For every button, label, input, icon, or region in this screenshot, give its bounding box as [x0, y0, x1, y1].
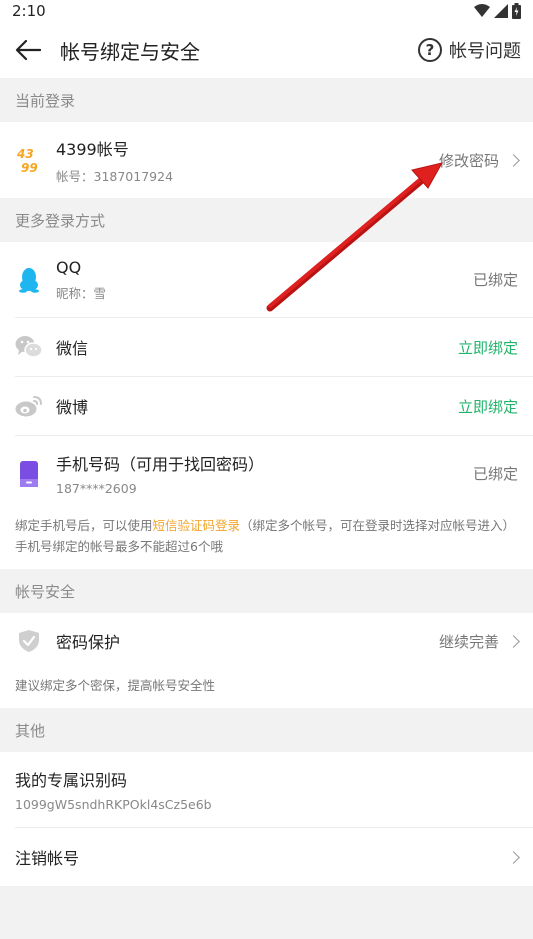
more-login-card: QQ 昵称：雪 已绑定 微信 立即绑定 微博 立即绑定 手机号码（可用于找回密码… [0, 242, 533, 569]
password-protect-row[interactable]: 密码保护 继续完善 [0, 613, 533, 669]
phone-note: 绑定手机号后，可以使用短信验证码登录（绑定多个帐号，可在登录时选择对应帐号进入）… [0, 511, 533, 569]
password-protect-title: 密码保护 [56, 633, 121, 652]
section-more-login: 更多登录方式 [0, 198, 533, 242]
weibo-bind-button[interactable]: 立即绑定 [458, 396, 518, 417]
account-4399-texts: 4399帐号 帐号：3187017924 [56, 136, 439, 185]
chevron-right-icon [507, 153, 520, 167]
unique-code-row: 我的专属识别码 1099gW5sndhRKPOkl4sCz5e6b [0, 752, 533, 827]
shield-icon [15, 627, 43, 655]
wechat-row[interactable]: 微信 立即绑定 [0, 318, 533, 376]
qq-penguin-icon [15, 266, 43, 294]
weibo-icon [15, 392, 43, 420]
continue-complete-button[interactable]: 继续完善 [438, 631, 520, 652]
account-help-button[interactable]: ? 帐号问题 [418, 37, 521, 63]
continue-complete-label: 继续完善 [438, 632, 499, 651]
wechat-bind-button[interactable]: 立即绑定 [458, 337, 518, 358]
other-card: 我的专属识别码 1099gW5sndhRKPOkl4sCz5e6b 注销帐号 [0, 752, 533, 886]
section-current-login: 当前登录 [0, 78, 533, 122]
phone-note-part1: 绑定手机号后，可以使用 [15, 518, 153, 533]
arrow-left-icon [15, 39, 41, 61]
weibo-row[interactable]: 微博 立即绑定 [0, 377, 533, 435]
phone-texts: 手机号码（可用于找回密码） 187****2609 [56, 451, 473, 496]
phone-row[interactable]: 手机号码（可用于找回密码） 187****2609 已绑定 [0, 436, 533, 511]
signal-icon [494, 4, 508, 18]
section-other: 其他 [0, 708, 533, 752]
wechat-texts: 微信 [56, 335, 458, 359]
change-password-label: 修改密码 [438, 151, 499, 170]
unique-code-value: 1099gW5sndhRKPOkl4sCz5e6b [15, 797, 212, 812]
unique-code-texts: 我的专属识别码 1099gW5sndhRKPOkl4sCz5e6b [15, 767, 518, 812]
logo-4399-icon: 43 99 [15, 146, 43, 174]
account-4399-id: 帐号：3187017924 [56, 168, 174, 184]
account-4399-title: 4399帐号 [56, 139, 129, 159]
battery-icon [512, 3, 521, 19]
wifi-icon [474, 4, 490, 17]
section-security: 帐号安全 [0, 569, 533, 613]
status-icons [474, 3, 521, 19]
qq-row[interactable]: QQ 昵称：雪 已绑定 [0, 242, 533, 317]
cancel-account-row[interactable]: 注销帐号 [0, 828, 533, 886]
unique-code-title: 我的专属识别码 [15, 771, 128, 790]
account-help-label: 帐号问题 [449, 41, 521, 62]
sms-login-link[interactable]: 短信验证码登录 [153, 518, 241, 533]
logo-4399-bottom: 99 [21, 161, 38, 174]
phone-note-part2: （绑定多个帐号，可在登录时选择对应帐号进入） [240, 518, 516, 533]
phone-number: 187****2609 [56, 481, 137, 496]
current-login-card: 43 99 4399帐号 帐号：3187017924 修改密码 [0, 122, 533, 198]
security-note: 建议绑定多个密保，提高帐号安全性 [0, 669, 533, 708]
qq-texts: QQ 昵称：雪 [56, 258, 473, 302]
qq-nickname: 昵称：雪 [56, 285, 107, 301]
change-password-button[interactable]: 修改密码 [438, 150, 520, 171]
weibo-texts: 微博 [56, 394, 458, 418]
qq-title: QQ [56, 257, 82, 277]
wechat-title: 微信 [56, 339, 89, 358]
cancel-account-texts: 注销帐号 [15, 845, 505, 869]
chevron-right-icon [507, 634, 520, 648]
status-bar: 2:10 [0, 0, 533, 22]
password-protect-texts: 密码保护 [56, 629, 439, 653]
cancel-account-chevron [505, 850, 520, 864]
qq-status: 已绑定 [472, 271, 518, 289]
page-title: 帐号绑定与安全 [60, 39, 200, 64]
wechat-icon [15, 333, 43, 361]
logo-4399-top: 43 [16, 147, 34, 161]
phone-icon [15, 460, 43, 488]
weibo-title: 微博 [56, 398, 89, 417]
chevron-right-icon [507, 850, 520, 864]
account-4399-row: 43 99 4399帐号 帐号：3187017924 修改密码 [0, 122, 533, 198]
status-time: 2:10 [12, 2, 46, 20]
phone-status: 已绑定 [472, 465, 518, 483]
back-button[interactable] [14, 36, 42, 64]
question-circle-icon: ? [418, 38, 442, 62]
phone-note-line2: 手机号绑定的帐号最多不能超过6个哦 [15, 539, 223, 554]
nav-left: 帐号绑定与安全 [14, 36, 200, 65]
phone-title: 手机号码（可用于找回密码） [56, 455, 265, 474]
cancel-account-title: 注销帐号 [15, 849, 80, 868]
security-card: 密码保护 继续完善 建议绑定多个密保，提高帐号安全性 [0, 613, 533, 708]
nav-bar: 帐号绑定与安全 ? 帐号问题 [0, 22, 533, 78]
